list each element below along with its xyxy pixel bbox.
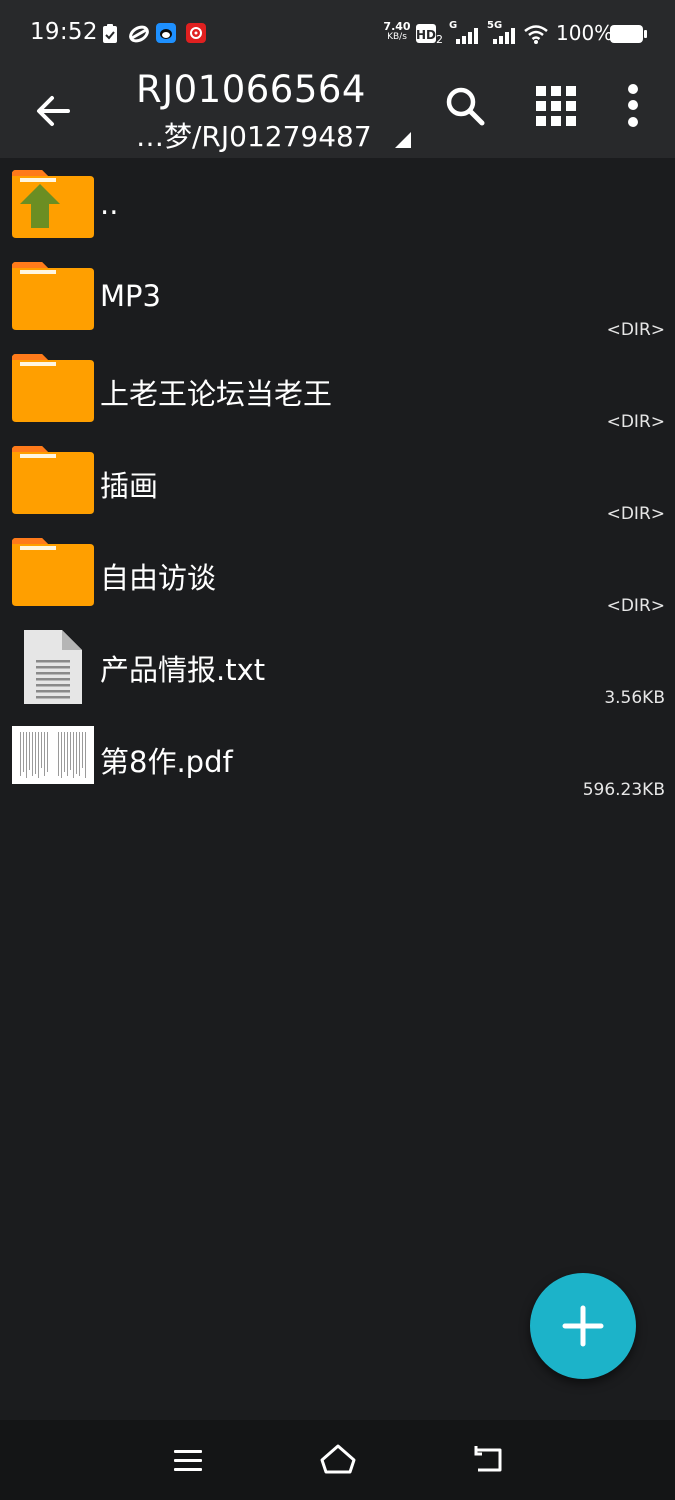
back-icon [474,1446,502,1472]
parent-folder-icon [12,170,94,238]
grid-view-icon [536,86,576,126]
file-meta: <DIR> [606,320,665,340]
text-file-icon [24,630,82,704]
link-icon [129,25,149,43]
file-name: 插画 [100,469,159,503]
home-button[interactable] [312,1436,364,1484]
list-item-folder[interactable]: 上老王论坛当老王 <DIR> [0,344,675,436]
net-speed-unit: KB/s [387,32,407,42]
back-arrow-icon [37,96,70,126]
search-button[interactable] [435,76,495,136]
file-name: 产品情报.txt [100,653,266,687]
plus-icon [562,1305,604,1347]
net-speed: 7.40 KB/s [383,20,411,42]
file-name: 第8作.pdf [100,745,233,779]
file-list: .. MP3 <DIR> 上老王论坛当老王 <DIR> 插画 <DIR> 自由访… [0,160,675,804]
file-meta: 3.56KB [604,688,665,708]
hd-badge: HD [416,24,436,43]
app-bar: RJ01066564 …梦/RJ01279487 [0,68,675,158]
file-name: 自由访谈 [100,561,217,595]
signal-sim2-icon [493,28,515,44]
list-item-parent[interactable]: .. [0,160,675,252]
path-subtitle[interactable]: …梦/RJ01279487 [136,115,372,155]
battery-icon [610,25,647,43]
screen: 19:52 7.40 KB/s HD 2 G 5G 100% RJ0106656… [0,0,675,1500]
home-icon [320,1444,356,1474]
check-clipboard-icon [103,24,117,43]
back-button[interactable] [22,80,84,142]
search-icon [446,87,485,126]
file-meta: 596.23KB [582,780,665,800]
recents-button[interactable] [163,1438,213,1484]
list-item-folder[interactable]: MP3 <DIR> [0,252,675,344]
wifi-icon [524,25,548,44]
folder-icon [12,354,94,422]
pdf-thumbnail [12,726,94,784]
hd-label: HD [416,28,437,42]
list-item-file[interactable]: 产品情报.txt 3.56KB [0,620,675,712]
list-item-file[interactable]: 第8作.pdf 596.23KB [0,712,675,804]
file-meta: <DIR> [606,412,665,432]
file-meta: <DIR> [606,504,665,524]
file-name: 上老王论坛当老王 [100,377,333,411]
more-vert-icon [628,84,638,127]
status-time: 19:52 [30,19,98,45]
list-item-folder[interactable]: 插画 <DIR> [0,436,675,528]
add-button[interactable] [530,1273,636,1379]
net-speed-value: 7.40 [383,20,411,33]
red-app-icon [186,23,206,43]
file-meta: <DIR> [606,596,665,616]
file-name: MP3 [100,279,161,313]
dropdown-triangle-icon[interactable] [393,130,413,150]
battery-percent: 100% [556,21,614,45]
folder-icon [12,446,94,514]
signal-sim1-icon [456,28,478,44]
folder-icon [12,538,94,606]
file-name: .. [100,187,119,221]
grid-view-button[interactable] [526,76,586,136]
back-nav-button[interactable] [462,1436,512,1484]
system-nav-bar [0,1420,675,1500]
list-item-folder[interactable]: 自由访谈 <DIR> [0,528,675,620]
page-title: RJ01066564 [136,68,366,111]
more-options-button[interactable] [610,76,656,136]
bird-app-icon [156,23,176,43]
status-bar: 19:52 7.40 KB/s HD 2 G 5G 100% [0,0,675,68]
hd-sub: 2 [436,33,443,46]
menu-icon [174,1450,202,1471]
folder-icon [12,262,94,330]
